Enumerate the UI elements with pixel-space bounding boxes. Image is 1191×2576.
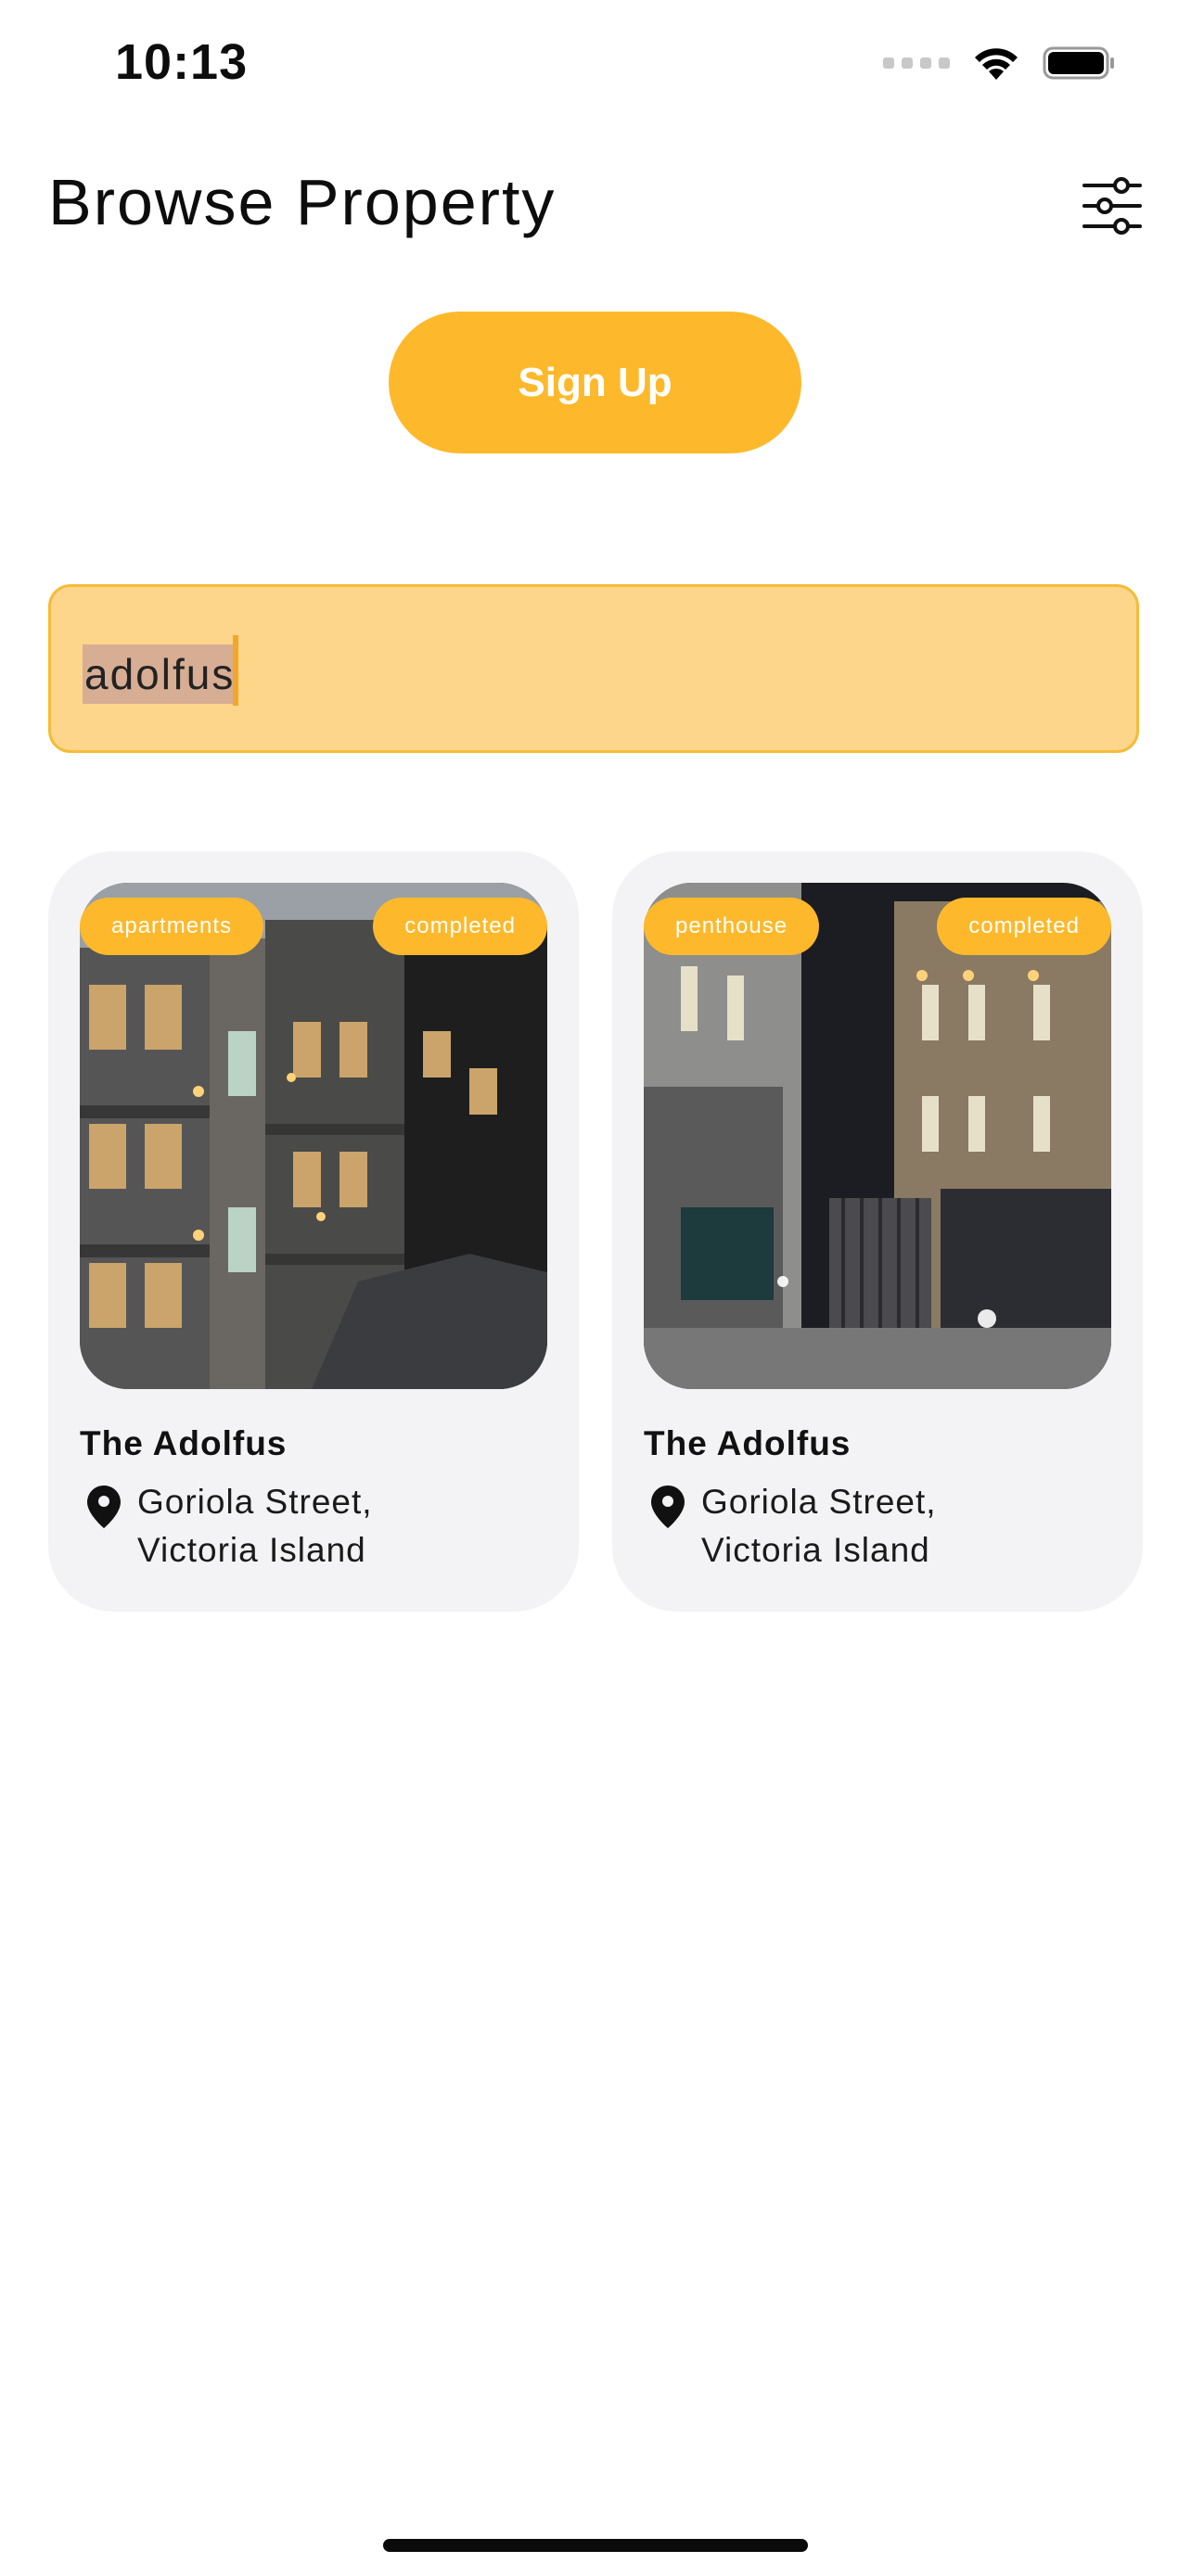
signal-dots-icon (883, 57, 950, 69)
category-tag: apartments (80, 898, 264, 955)
filter-button[interactable] (1082, 176, 1143, 236)
page-title: Browse Property (48, 166, 557, 238)
home-indicator[interactable] (383, 2539, 808, 2552)
status-icons (883, 45, 1117, 82)
status-time: 10:13 (115, 34, 249, 90)
sign-up-button[interactable]: Sign Up (389, 312, 801, 453)
property-name: The Adolfus (80, 1424, 288, 1462)
location-pin-icon (651, 1486, 685, 1528)
location-pin-icon (87, 1486, 121, 1528)
property-photo (80, 883, 547, 1389)
wifi-icon (975, 48, 1018, 80)
property-card[interactable]: apartments completed The Adolfus Goriola… (48, 851, 579, 1612)
status-badge: completed (373, 898, 547, 955)
property-address: Goriola Street, Victoria Island (701, 1478, 937, 1575)
sliders-icon (1082, 177, 1142, 235)
text-caret (233, 635, 238, 706)
address-line-1: Goriola Street, (701, 1483, 937, 1521)
address-line-1: Goriola Street, (137, 1483, 373, 1521)
property-photo (644, 883, 1111, 1389)
status-bar: 10:13 (0, 0, 1191, 139)
address-line-2: Victoria Island (137, 1531, 366, 1569)
property-address: Goriola Street, Victoria Island (137, 1478, 373, 1575)
property-grid: apartments completed The Adolfus Goriola… (48, 851, 1143, 1612)
property-name: The Adolfus (644, 1424, 852, 1462)
category-tag: penthouse (644, 898, 820, 955)
status-badge: completed (937, 898, 1111, 955)
search-input-value: adolfus (83, 644, 237, 704)
address-line-2: Victoria Island (701, 1531, 930, 1569)
search-input[interactable]: adolfus (48, 584, 1139, 753)
battery-icon (1043, 46, 1114, 80)
header: Browse Property (48, 165, 1143, 249)
property-card[interactable]: penthouse completed The Adolfus Goriola … (612, 851, 1143, 1612)
